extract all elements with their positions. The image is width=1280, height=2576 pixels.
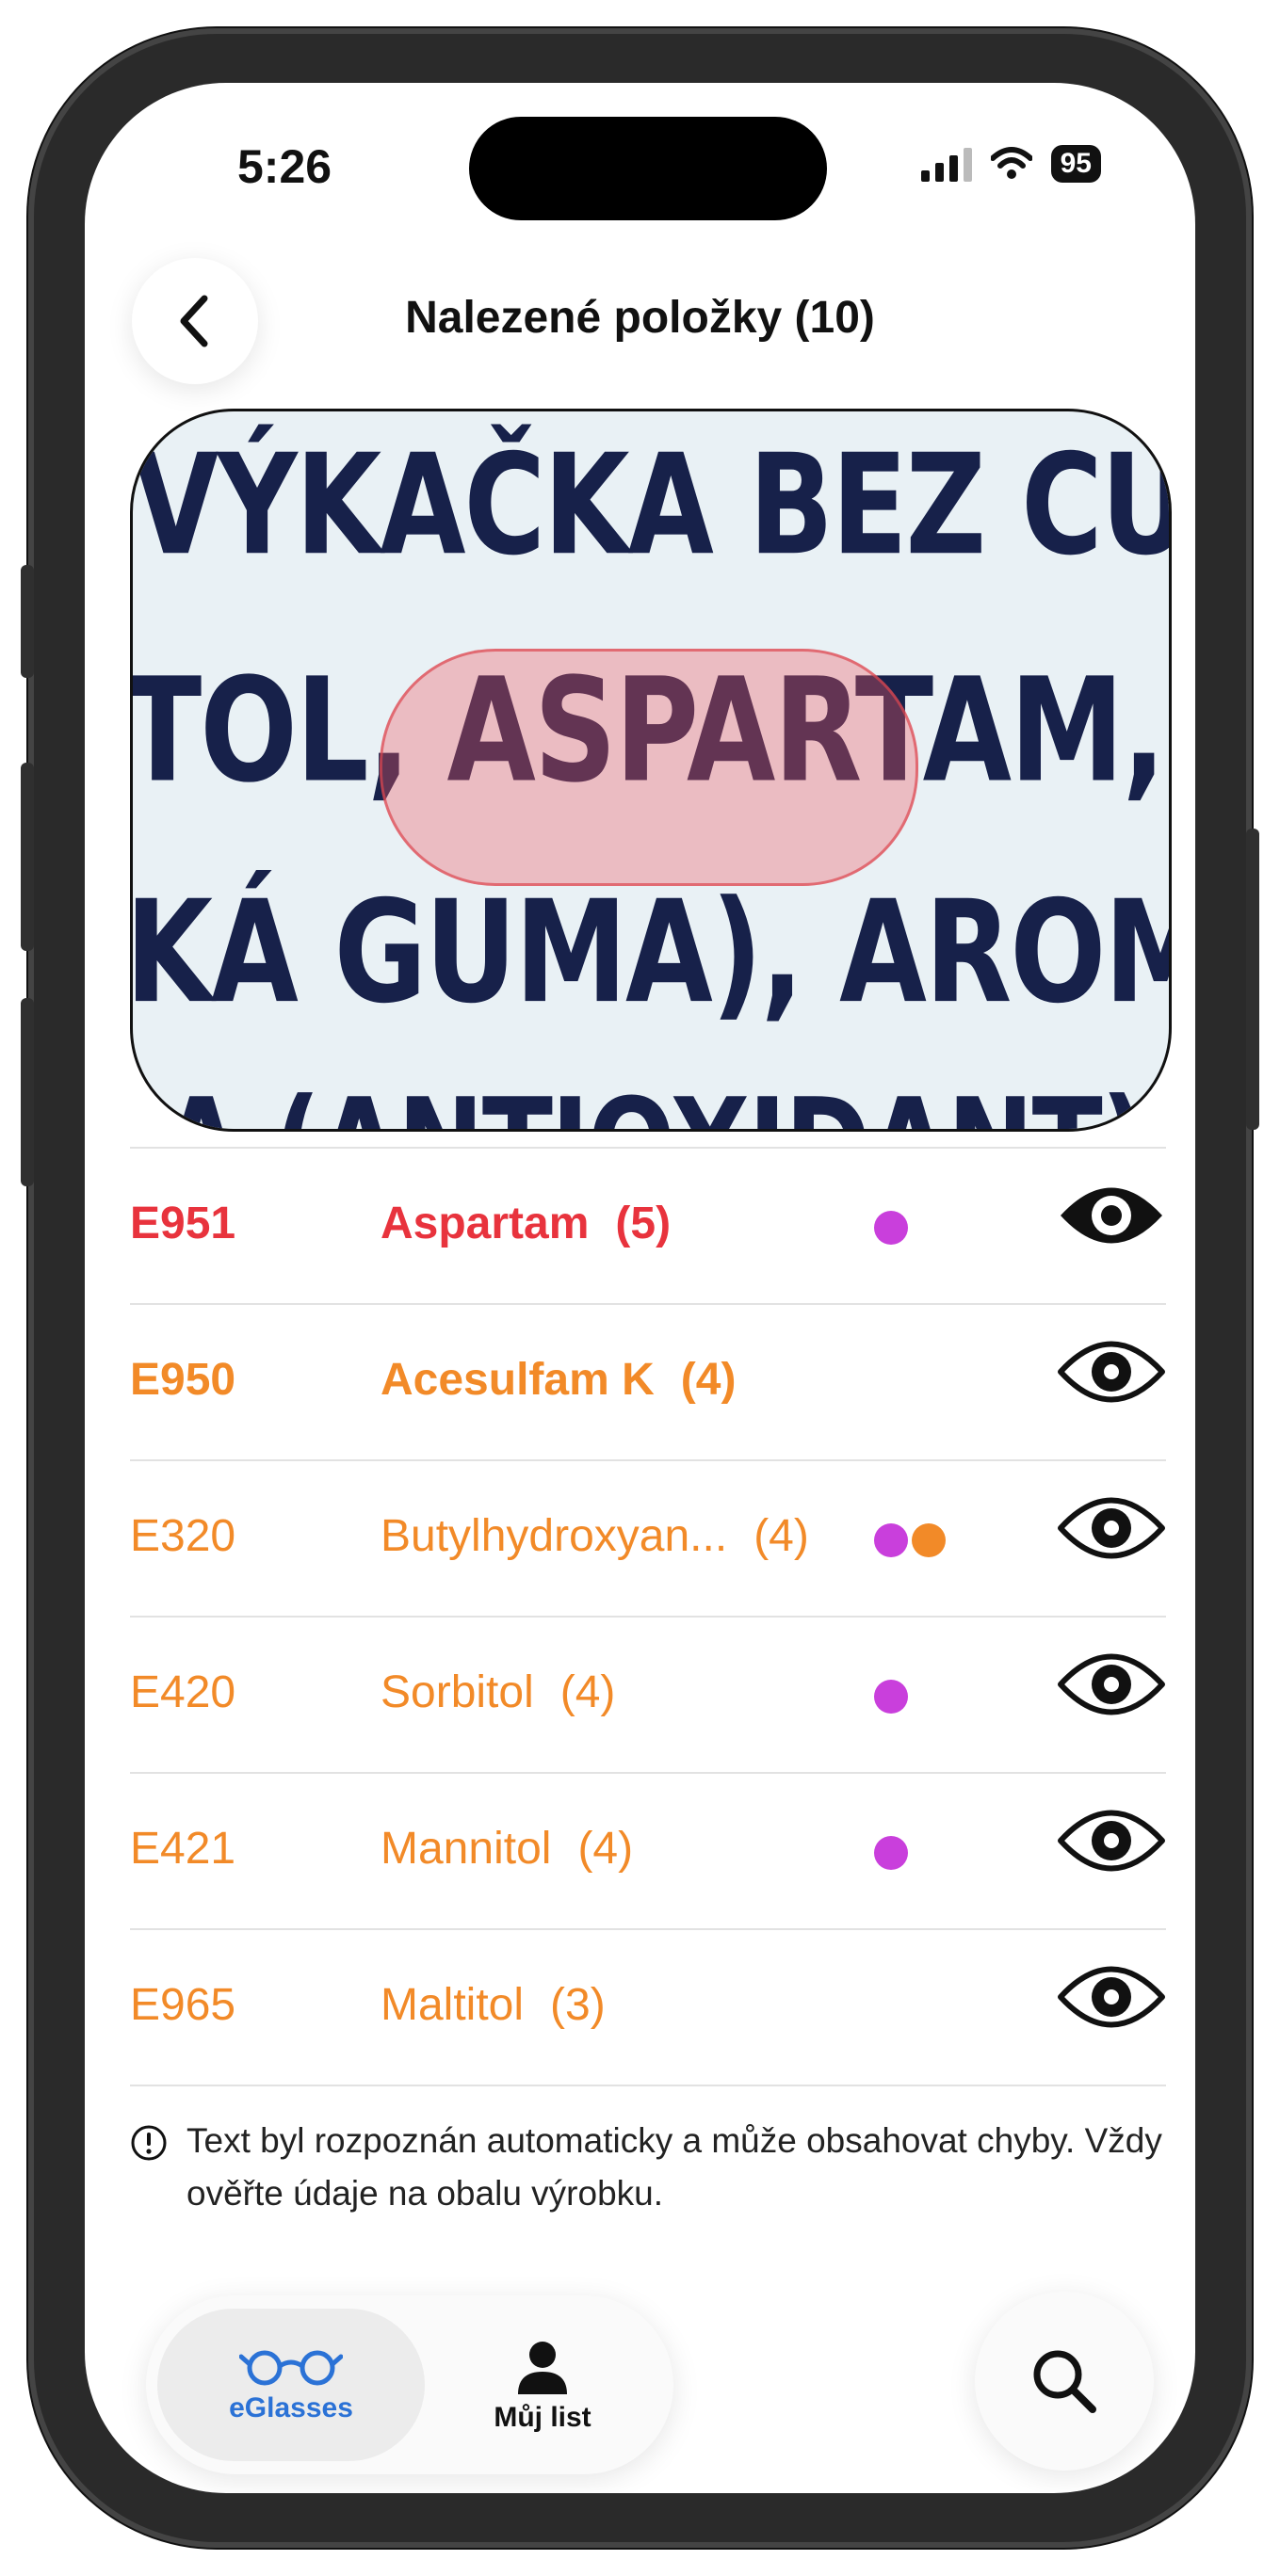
list-item-e951[interactable]: E951 Aspartam (5): [130, 1147, 1166, 1303]
category-dot: [874, 1211, 908, 1245]
tab-bar: eGlasses Můj list: [146, 2295, 673, 2474]
category-dots: [874, 1211, 908, 1245]
item-name: Aspartam (5): [381, 1198, 671, 1249]
tab-eglasses-label: eGlasses: [229, 2392, 353, 2423]
tab-my-list[interactable]: Můj list: [425, 2309, 660, 2461]
category-dot: [912, 1523, 946, 1557]
dynamic-island: [469, 117, 827, 220]
notice-text: Text byl rozpoznán automaticky a může ob…: [186, 2121, 1162, 2213]
list-item-e320[interactable]: E320 Butylhydroxyan... (4): [130, 1459, 1166, 1616]
category-dots: [874, 1836, 908, 1870]
photo-text-line: KÁ GUMA), AROMATA,: [130, 871, 1169, 1036]
item-code: E951: [130, 1199, 236, 1248]
volume-up-button: [21, 763, 34, 951]
item-name-text: Mannitol: [381, 1824, 552, 1874]
list-item-e420[interactable]: E420 Sorbitol (4): [130, 1616, 1166, 1772]
item-count: (4): [577, 1824, 634, 1874]
item-name: Acesulfam K (4): [381, 1354, 736, 1406]
list-item-e965[interactable]: E965 Maltitol (3): [130, 1928, 1166, 2085]
signal-icon: [920, 146, 972, 182]
item-name: Butylhydroxyan... (4): [381, 1510, 809, 1562]
eye-icon[interactable]: [1057, 1181, 1166, 1255]
list-item-e950[interactable]: E950 Acesulfam K (4): [130, 1303, 1166, 1459]
eye-icon[interactable]: [1057, 1493, 1166, 1568]
eye-icon[interactable]: [1057, 1337, 1166, 1411]
detected-word-highlight[interactable]: [380, 649, 918, 886]
photo-text-line: VÝKAČKA BEZ CUKRU: [133, 423, 1169, 587]
item-name-text: Butylhydroxyan...: [381, 1511, 728, 1561]
tab-my-list-label: Můj list: [494, 2402, 591, 2433]
category-dots: [874, 1680, 908, 1714]
item-code: E320: [130, 1511, 236, 1561]
power-button: [1246, 829, 1259, 1130]
item-count: (4): [753, 1511, 809, 1561]
list-item-e422[interactable]: E422Glycerol(2): [130, 2085, 1166, 2107]
item-name: Mannitol (4): [381, 1823, 633, 1875]
tab-eglasses[interactable]: eGlasses: [157, 2309, 425, 2461]
glasses-icon: [239, 2350, 343, 2386]
wifi-icon: [990, 147, 1032, 179]
screen: 5:26 95 Nalezené položky (10) VÝKAČKA BE…: [85, 83, 1195, 2493]
item-name-text: Acesulfam K: [381, 1355, 655, 1405]
item-name-text: Aspartam: [381, 1199, 590, 1248]
category-dots: [874, 1523, 946, 1557]
item-count: (3): [550, 1980, 606, 2030]
volume-down-button: [21, 998, 34, 1186]
person-icon: [518, 2342, 567, 2394]
eye-icon[interactable]: [1057, 1962, 1166, 2037]
item-count: (4): [680, 1355, 737, 1405]
item-name: Sorbitol (4): [381, 1666, 615, 1718]
item-name-text: Maltitol: [381, 1980, 525, 2030]
battery-indicator: 95: [1050, 145, 1101, 183]
status-icons: 95: [920, 145, 1101, 183]
search-icon: [1033, 2350, 1096, 2413]
item-name: Maltitol (3): [381, 1979, 606, 2031]
list-item-e421[interactable]: E421 Mannitol (4): [130, 1772, 1166, 1928]
item-count: (5): [615, 1199, 672, 1248]
found-items-list[interactable]: E951 Aspartam (5) E950 Acesulfam K (4) E320 But…: [130, 1147, 1166, 2107]
category-dot: [874, 1836, 908, 1870]
action-button: [21, 565, 34, 678]
item-name-text: Sorbitol: [381, 1667, 534, 1717]
category-dot: [874, 1680, 908, 1714]
item-count: (4): [559, 1667, 616, 1717]
exclamation-circle-icon: [131, 2125, 167, 2161]
scanned-label-photo: VÝKAČKA BEZ CUKRU TOL, ASPARTAM, MANN KÁ…: [130, 409, 1172, 1132]
item-code: E965: [130, 1980, 236, 2030]
ocr-notice: Text byl rozpoznán automaticky a může ob…: [130, 2115, 1166, 2220]
category-dot: [874, 1523, 908, 1557]
eye-icon[interactable]: [1057, 1650, 1166, 1724]
status-time: 5:26: [237, 140, 332, 193]
photo-text-line: A (ANTIOXIDANT): [161, 1071, 1148, 1129]
page-title: Nalezené položky (10): [405, 293, 875, 343]
eye-icon[interactable]: [1057, 1806, 1166, 1880]
search-button[interactable]: [975, 2292, 1154, 2471]
item-code: E950: [130, 1355, 236, 1405]
item-code: E421: [130, 1824, 236, 1874]
item-code: E420: [130, 1667, 236, 1717]
